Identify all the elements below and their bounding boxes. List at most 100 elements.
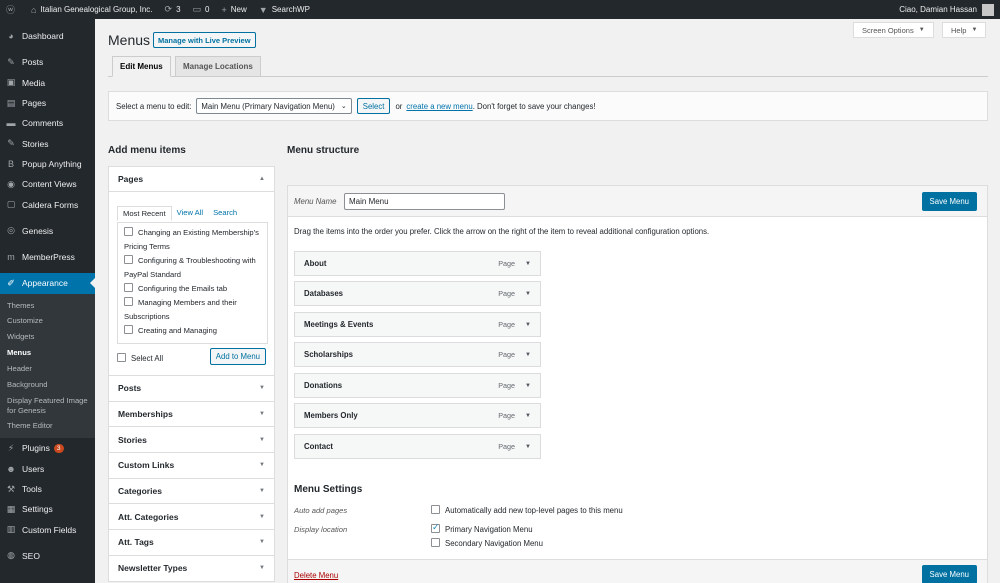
add-to-menu-button[interactable]: Add to Menu: [209, 348, 266, 365]
caret-down-icon: ▼: [259, 488, 265, 495]
create-new-menu-link[interactable]: create a new menu: [406, 102, 472, 111]
new-content-link[interactable]: + New: [216, 0, 253, 19]
sidebar-item-memberpress[interactable]: m MemberPress: [0, 247, 95, 267]
sidebar-item-settings[interactable]: ▦ Settings: [0, 499, 95, 519]
sidebar-item-custom-fields[interactable]: ▥ Custom Fields: [0, 519, 95, 539]
tab-edit-menus[interactable]: Edit Menus: [112, 56, 171, 77]
updates-icon: ⟳: [164, 4, 173, 14]
submenu-theme-editor[interactable]: Theme Editor: [0, 418, 95, 434]
menu-item-row[interactable]: Meetings & Events Page ▼: [294, 312, 541, 337]
sidebar-item-comments[interactable]: ▬ Comments: [0, 113, 95, 133]
submenu-display-featured-image[interactable]: Display Featured Image for Genesis: [0, 393, 95, 419]
caret-down-icon[interactable]: ▼: [525, 444, 531, 450]
checkbox[interactable]: [124, 255, 133, 264]
primary-location-checkbox[interactable]: Primary Navigation Menu: [431, 522, 533, 534]
caret-down-icon[interactable]: ▼: [525, 322, 531, 328]
sidebar-item-pages[interactable]: ▤ Pages: [0, 93, 95, 113]
sidebar-item-seo[interactable]: ◍ SEO: [0, 546, 95, 566]
sidebar-item-dashboard[interactable]: ◕ Dashboard: [0, 26, 95, 46]
menu-select-dropdown[interactable]: Main Menu (Primary Navigation Menu) ⌄: [196, 98, 352, 114]
menu-item-row[interactable]: Contact Page ▼: [294, 434, 541, 459]
checkbox-checked[interactable]: [431, 522, 440, 533]
save-menu-button[interactable]: Save Menu: [921, 192, 977, 211]
sidebar-item-tools[interactable]: ⚒ Tools: [0, 479, 95, 499]
delete-menu-link[interactable]: Delete Menu: [294, 571, 338, 580]
tab-most-recent[interactable]: Most Recent: [117, 206, 172, 221]
secondary-location-checkbox[interactable]: Secondary Navigation Menu: [431, 538, 543, 548]
checkbox[interactable]: [124, 325, 133, 334]
sidebar-item-users[interactable]: ☻ Users: [0, 459, 95, 479]
wordpress-logo-icon[interactable]: ⓦ: [0, 0, 25, 19]
menu-name-input[interactable]: Main Menu: [344, 193, 505, 210]
accordion-posts-header[interactable]: Posts ▼: [108, 376, 275, 402]
sidebar-item-popup-anything[interactable]: B Popup Anything: [0, 154, 95, 174]
submenu-customize[interactable]: Customize: [0, 313, 95, 329]
sidebar-item-posts[interactable]: ✎ Posts: [0, 52, 95, 72]
tab-search[interactable]: Search: [208, 206, 242, 221]
menu-item-row[interactable]: Scholarships Page ▼: [294, 342, 541, 367]
searchwp-icon: ▼: [258, 4, 268, 15]
drag-instructions: Drag the items into the order you prefer…: [294, 227, 710, 236]
save-menu-button-bottom[interactable]: Save Menu: [921, 565, 977, 583]
submenu-widgets[interactable]: Widgets: [0, 329, 95, 345]
my-account-link[interactable]: Ciao, Damian Hassan: [893, 0, 1000, 19]
searchwp-link[interactable]: ▼ SearchWP: [253, 0, 316, 19]
menu-item-row[interactable]: Databases Page ▼: [294, 281, 541, 306]
comments-link[interactable]: ▭ 0: [187, 0, 216, 19]
tab-view-all[interactable]: View All: [172, 206, 208, 221]
accordion-att-tags-header[interactable]: Att. Tags ▼: [108, 530, 275, 556]
checkbox[interactable]: [124, 227, 133, 236]
list-item[interactable]: Configuring the Emails tab: [124, 282, 261, 296]
accordion-categories-header[interactable]: Categories ▼: [108, 478, 275, 505]
menu-item-row[interactable]: About Page ▼: [294, 251, 541, 276]
menu-item-row[interactable]: Donations Page ▼: [294, 373, 541, 398]
sidebar-item-appearance[interactable]: ✐ Appearance: [0, 273, 95, 294]
auto-add-checkbox[interactable]: Automatically add new top-level pages to…: [431, 505, 623, 515]
select-all-checkbox[interactable]: Select All: [117, 353, 163, 363]
accordion-custom-links-header[interactable]: Custom Links ▼: [108, 453, 275, 479]
caret-down-icon[interactable]: ▼: [525, 413, 531, 419]
caret-down-icon[interactable]: ▼: [525, 261, 531, 267]
sidebar-item-plugins[interactable]: ⚡ Plugins 3: [0, 438, 95, 458]
accordion-memberships-header[interactable]: Memberships ▼: [108, 401, 275, 428]
accordion-stories-header[interactable]: Stories ▼: [108, 427, 275, 454]
media-icon: ▣: [6, 77, 16, 88]
sidebar-item-caldera-forms[interactable]: ▢ Caldera Forms: [0, 194, 95, 214]
updates-link[interactable]: ⟳ 3: [159, 0, 187, 19]
accordion-newsletter-types-header[interactable]: Newsletter Types ▼: [108, 555, 275, 582]
pages-checklist[interactable]: Changing an Existing Membership's Pricin…: [117, 222, 268, 344]
tab-manage-locations[interactable]: Manage Locations: [175, 56, 261, 77]
caret-down-icon[interactable]: ▼: [525, 383, 531, 389]
sidebar-item-stories[interactable]: ✎ Stories: [0, 133, 95, 153]
checkbox[interactable]: [124, 297, 133, 306]
submenu-header[interactable]: Header: [0, 361, 95, 377]
submenu-menus[interactable]: Menus: [0, 345, 95, 361]
caldera-icon: ▢: [6, 199, 16, 210]
help-button[interactable]: Help ▼: [942, 22, 987, 38]
caret-down-icon[interactable]: ▼: [525, 291, 531, 297]
tools-icon: ⚒: [6, 483, 16, 494]
list-item[interactable]: Managing Members and their Subscriptions: [124, 296, 261, 324]
accordion-pages-header[interactable]: Pages ▲: [108, 166, 275, 192]
checkbox[interactable]: [431, 505, 440, 514]
checkbox[interactable]: [124, 283, 133, 292]
accordion-att-categories-header[interactable]: Att. Categories ▼: [108, 504, 275, 531]
submenu-themes[interactable]: Themes: [0, 298, 95, 314]
sidebar-item-genesis[interactable]: ◎ Genesis: [0, 221, 95, 241]
menu-edit-panel: Menu Name Main Menu Save Menu Drag the i…: [287, 185, 988, 583]
sidebar-item-content-views[interactable]: ◉ Content Views: [0, 174, 95, 194]
screen-options-button[interactable]: Screen Options ▼: [853, 22, 934, 38]
sidebar-item-media[interactable]: ▣ Media: [0, 73, 95, 93]
menu-item-row[interactable]: Members Only Page ▼: [294, 403, 541, 428]
site-name-link[interactable]: ⌂ Italian Genealogical Group, Inc.: [25, 0, 159, 19]
checkbox[interactable]: [117, 353, 126, 362]
submenu-background[interactable]: Background: [0, 377, 95, 393]
select-menu-button[interactable]: Select: [356, 98, 391, 114]
caret-down-icon[interactable]: ▼: [525, 352, 531, 358]
list-item[interactable]: Configuring & Troubleshooting with PayPa…: [124, 254, 261, 282]
list-item[interactable]: Creating and Managing: [124, 324, 261, 338]
list-item[interactable]: Changing an Existing Membership's Pricin…: [124, 226, 261, 254]
pages-icon: ▤: [6, 97, 16, 108]
checkbox[interactable]: [431, 538, 440, 547]
manage-live-preview-button[interactable]: Manage with Live Preview: [153, 32, 256, 48]
